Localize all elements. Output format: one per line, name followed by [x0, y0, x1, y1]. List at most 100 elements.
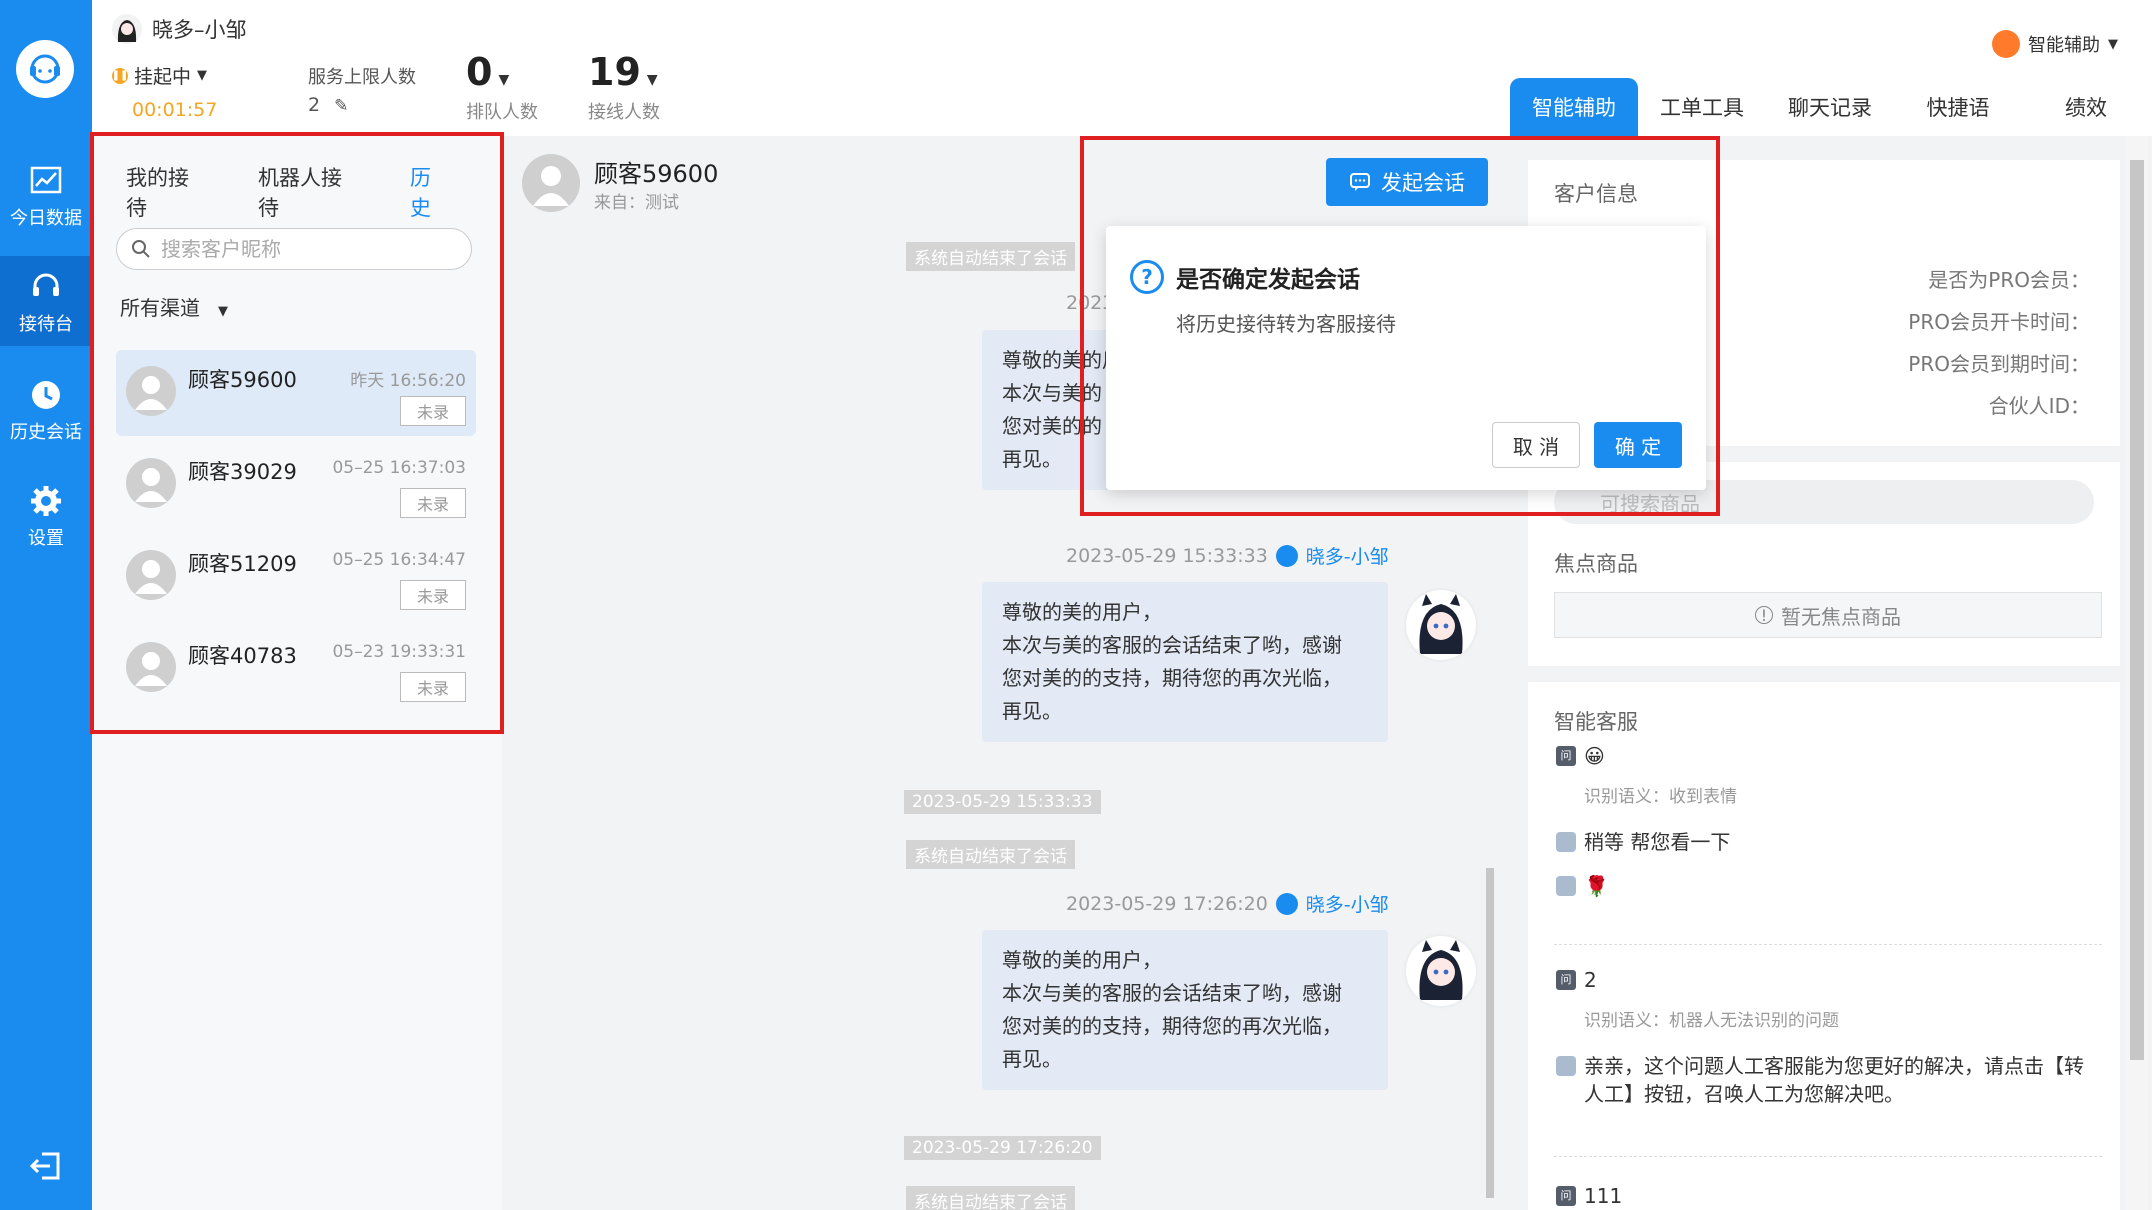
chevron-down-icon: ▼ [197, 68, 208, 83]
status-timer: 00:01:57 [132, 99, 218, 121]
tab-quick-phrases[interactable]: 快捷语 [1894, 78, 2022, 138]
question-badge: 问 [1556, 1186, 1576, 1206]
tab-history[interactable]: 历史 [410, 162, 450, 235]
answer-text[interactable]: 亲亲，这个问题人工客服能为您更好的解决，请点击【转人工】按钮，召唤人工为您解决吧… [1584, 1052, 2084, 1108]
pro-start-field: PRO会员开卡时间： [1908, 310, 2090, 334]
conversation-item[interactable]: 顾客59600 昨天 16:56:20 未录 [116, 350, 476, 436]
system-time: 2023-05-29 17:26:20 [904, 1136, 1101, 1160]
search-icon [132, 240, 150, 258]
received-stat[interactable]: 19 ▼ 接线人数 [588, 50, 660, 124]
focus-products-empty: ! 暂无焦点商品 [1554, 592, 2102, 638]
customer-avatar [126, 366, 176, 416]
answer-text[interactable]: 🌹 [1584, 872, 1609, 900]
message-meta: 2023-05-29 15:33:33 晓多-小邹 [1066, 542, 1389, 569]
pause-icon: ❚❚ [112, 67, 128, 84]
question-icon: ? [1130, 260, 1164, 294]
agent-avatar [112, 14, 142, 44]
channel-filter-dropdown[interactable]: 所有渠道 ▼ [120, 292, 228, 321]
system-message: 系统自动结束了会话 [906, 242, 1075, 271]
dialog-title: 是否确定发起会话 [1176, 267, 1360, 293]
status-badge: 未录 [399, 580, 466, 610]
edit-icon[interactable]: ✎ [334, 96, 348, 116]
customer-service-logo-icon [16, 40, 74, 98]
tab-my-reception[interactable]: 我的接待 [126, 162, 206, 235]
pro-member-field: 是否为PRO会员： [1928, 268, 2090, 292]
system-time: 2023-05-29 15:33:33 [904, 790, 1101, 814]
customer-avatar [126, 458, 176, 508]
start-conversation-label: 发起会话 [1381, 171, 1465, 195]
conversation-item[interactable]: 顾客40783 05–23 19:33:31 未录 [116, 626, 476, 712]
answer-text[interactable]: 稍等 帮您看一下 [1584, 828, 1730, 856]
status-dropdown[interactable]: ❚❚ 挂起中 ▼ [112, 62, 207, 89]
confirm-dialog: ? 是否确定发起会话 将历史接待转为客服接待 取 消 确 定 [1106, 226, 1706, 490]
message-line: 尊敬的美的用户， [1002, 948, 1162, 972]
confirm-button[interactable]: 确 定 [1594, 422, 1682, 468]
question-badge: 问 [1556, 746, 1576, 766]
service-limit-label: 服务上限人数 [308, 67, 416, 88]
chat-bubble-icon [1350, 173, 1370, 191]
focus-products-title: 焦点商品 [1554, 552, 1638, 576]
sidebar-item-label: 历史会话 [10, 422, 82, 443]
queue-count: 0 [466, 50, 493, 94]
conversation-item[interactable]: 顾客39029 05–25 16:37:03 未录 [116, 442, 476, 528]
sidebar-item-settings[interactable]: 设置 [0, 470, 92, 560]
pro-end-field: PRO会员到期时间： [1908, 352, 2090, 376]
conversation-name: 顾客40783 [188, 644, 297, 668]
conversation-time: 05–25 16:34:47 [332, 550, 466, 570]
info-icon: ! [1755, 606, 1773, 625]
smart-assist-dropdown[interactable]: 智能辅助 ▼ [1992, 30, 2118, 58]
right-scrollbar[interactable] [2130, 160, 2144, 1060]
message-line: 再见。 [1002, 1047, 1062, 1071]
tab-performance[interactable]: 绩效 [2022, 78, 2150, 138]
gear-icon [31, 486, 61, 516]
search-input[interactable] [161, 237, 441, 261]
service-limit-value[interactable]: 2 ✎ [308, 94, 348, 116]
chart-icon [30, 166, 62, 194]
received-count: 19 [588, 50, 641, 94]
answer-icon [1556, 876, 1576, 896]
sidebar-item-label: 接待台 [19, 314, 73, 335]
sidebar-item-today-data[interactable]: 今日数据 [0, 150, 92, 240]
robot-icon [1275, 892, 1298, 915]
system-message: 系统自动结束了会话 [906, 840, 1075, 869]
question-text: 😀 [1584, 744, 1605, 768]
chevron-down-icon: ▼ [646, 71, 658, 88]
chat-scrollbar[interactable] [1486, 868, 1494, 1198]
question-text: 111 [1584, 1184, 1623, 1208]
message-meta: 2023-05-29 17:26:20 晓多-小邹 [1066, 890, 1389, 917]
conversation-list-panel: 我的接待 机器人接待 历史 所有渠道 ▼ 顾客59600 昨天 16:56:20 … [92, 136, 502, 1210]
customer-info-title: 客户信息 [1554, 182, 1638, 206]
semantic-label: 识别语义：收到表情 [1584, 787, 1737, 807]
right-tabs: 智能辅助 工单工具 聊天记录 快捷语 绩效 [1510, 78, 2150, 138]
status-badge: 未录 [399, 396, 466, 426]
answer-icon [1556, 832, 1576, 852]
start-conversation-button[interactable]: 发起会话 [1326, 158, 1488, 206]
tab-smart-assist[interactable]: 智能辅助 [1510, 78, 1638, 138]
sidebar-item-history[interactable]: 历史会话 [0, 364, 92, 454]
tab-chat-records[interactable]: 聊天记录 [1766, 78, 1894, 138]
product-card: 可搜索商品 焦点商品 ! 暂无焦点商品 [1528, 462, 2120, 666]
sidebar-item-reception[interactable]: 接待台 [0, 256, 92, 346]
message-line: 尊敬的美的用户， [1002, 600, 1162, 624]
conversation-item[interactable]: 顾客51209 05–25 16:34:47 未录 [116, 534, 476, 620]
logout-icon[interactable] [28, 1148, 64, 1184]
queue-stat[interactable]: 0 ▼ 排队人数 [466, 50, 538, 124]
cancel-button[interactable]: 取 消 [1492, 422, 1580, 468]
question-text: 2 [1584, 968, 1597, 992]
conversation-name: 顾客39029 [188, 460, 297, 484]
divider [1554, 944, 2102, 945]
message-sender: 晓多-小邹 [1305, 894, 1389, 916]
tab-ticket-tools[interactable]: 工单工具 [1638, 78, 1766, 138]
conversation-name: 顾客59600 [188, 368, 297, 392]
message-line: 本次与美的客服的会话结束了哟，感谢 [1002, 633, 1342, 657]
smart-service-title: 智能客服 [1554, 710, 1638, 734]
tab-robot-reception[interactable]: 机器人接待 [258, 162, 358, 235]
system-message: 系统自动结束了会话 [906, 1186, 1075, 1210]
chat-header: 顾客59600 来自：测试 发起会话 [502, 136, 1508, 226]
robot-icon [1992, 30, 2020, 58]
sidebar-item-label: 设置 [28, 528, 64, 549]
answer-icon [1556, 1056, 1576, 1076]
customer-avatar [126, 642, 176, 692]
focus-empty-text: 暂无焦点商品 [1781, 604, 1901, 629]
status-badge: 未录 [399, 672, 466, 702]
